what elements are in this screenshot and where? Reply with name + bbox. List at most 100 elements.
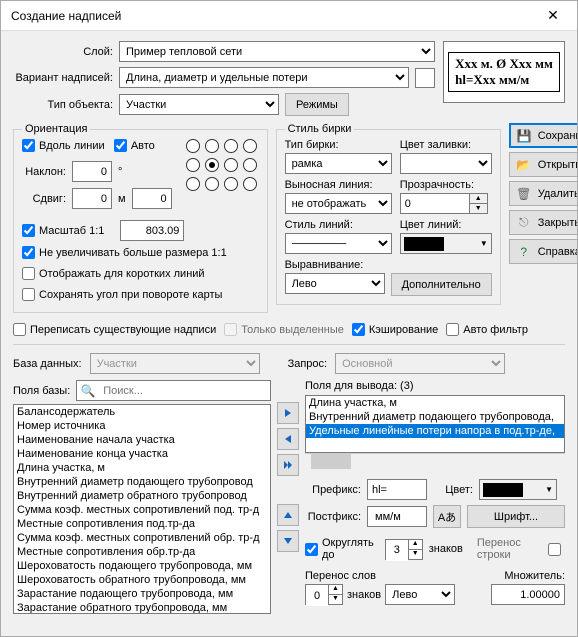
wrap-down-icon[interactable]: ▼ (329, 594, 342, 604)
round-unit: знаков (429, 543, 463, 555)
variant-select[interactable]: Длина, диаметр и удельные потери (119, 67, 409, 88)
list-item[interactable]: Зарастание обратного трубопровода, мм (14, 601, 270, 614)
tilt-label: Наклон: (22, 166, 66, 178)
orientation-legend: Ориентация (22, 123, 90, 135)
prefix-input[interactable] (367, 479, 427, 500)
layer-label: Слой: (13, 46, 113, 58)
list-item[interactable]: Сумма коэф. местных сопротивлений под. т… (14, 503, 270, 517)
overwrite-check[interactable]: Переписать существующие надписи (13, 323, 216, 336)
show-short-check[interactable]: Отображать для коротких линий (22, 267, 205, 280)
list-item[interactable]: Внутренний диаметр подающего трубопровод (14, 475, 270, 489)
list-item[interactable]: Длина участка, м (14, 461, 270, 475)
tag-style-legend: Стиль бирки (285, 123, 355, 135)
wrap-line-check[interactable]: Перенос строки (477, 537, 565, 561)
font-button[interactable]: Шрифт... (467, 505, 565, 528)
list-item[interactable]: Наименование конца участка (14, 447, 270, 461)
locale-button[interactable]: Aあ (433, 505, 461, 528)
preview-line1: Xxx м. Ø Xxx мм (455, 56, 553, 72)
align-label: Выравнивание: (285, 259, 492, 271)
shift2-input[interactable] (132, 188, 172, 209)
list-item[interactable]: Наименование начала участка (14, 433, 270, 447)
shift-unit: м (118, 193, 126, 205)
move-all-right-button[interactable] (277, 454, 299, 476)
move-left-button[interactable] (277, 428, 299, 450)
round-down-icon[interactable]: ▼ (409, 549, 422, 559)
layer-select[interactable]: Пример тепловой сети (119, 41, 435, 62)
open-button[interactable]: 📂Открыть (509, 152, 577, 177)
list-item[interactable]: Местные сопротивления обр.тр-да (14, 545, 270, 559)
modes-button[interactable]: Режимы (285, 93, 349, 116)
save-button[interactable]: 💾Сохранить (509, 123, 577, 148)
move-right-button[interactable] (277, 402, 299, 424)
tilt-unit: ° (118, 166, 122, 178)
round-input[interactable] (386, 540, 408, 561)
list-item[interactable]: Балансодержатель (14, 405, 270, 419)
round-up-icon[interactable]: ▲ (409, 540, 422, 549)
fill-select[interactable] (400, 153, 492, 174)
out-fields-label: Поля для вывода: (3) (305, 380, 565, 392)
mult-label: Множитель: (491, 570, 565, 582)
delete-button[interactable]: 🗑Удалить (509, 181, 577, 206)
spinner-down-icon[interactable]: ▼ (470, 203, 487, 213)
list-item[interactable]: Шероховатость обратного трубопровода, мм (14, 573, 270, 587)
out-list-scrollbar[interactable] (305, 453, 565, 469)
auto-check[interactable]: Авто (114, 139, 155, 152)
shift-input[interactable] (72, 188, 112, 209)
db-label: База данных: (13, 358, 82, 370)
scale-check[interactable]: Масштаб 1:1 (22, 224, 104, 237)
caching-check[interactable]: Кэширование (352, 323, 438, 336)
list-item[interactable]: Зарастание подающего трубопровода, мм (14, 587, 270, 601)
line-style-select[interactable]: ─────── (285, 233, 392, 254)
opacity-label: Прозрачность: (400, 179, 492, 191)
type-label: Тип объекта: (13, 99, 113, 111)
list-item[interactable]: Удельные линейные потери напора в под.тр… (306, 424, 564, 438)
base-fields-label: Поля базы: (13, 385, 70, 397)
help-button[interactable]: ?Справка (509, 239, 577, 264)
list-item[interactable]: Внутренний диаметр обратного трубопровод (14, 489, 270, 503)
list-item[interactable]: Сумма коэф. местных сопротивлений обр. т… (14, 531, 270, 545)
postfix-input[interactable] (367, 506, 427, 527)
wrap-words-input[interactable] (306, 585, 328, 606)
query-label: Запрос: (288, 358, 328, 370)
close-icon[interactable]: ✕ (533, 3, 573, 29)
no-enlarge-check[interactable]: Не увеличивать больше размера 1:1 (22, 246, 227, 259)
tilt-input[interactable] (72, 161, 112, 182)
tag-type-select[interactable]: рамка (285, 153, 392, 174)
preview-box: Xxx м. Ø Xxx мм hl=Xxx мм/м (443, 41, 565, 103)
move-down-button[interactable] (277, 530, 299, 552)
auto-filter-check[interactable]: Авто фильтр (446, 323, 528, 336)
list-item[interactable]: Местные сопротивления под.тр-да (14, 517, 270, 531)
list-item[interactable]: Шероховатость подающего трубопровода, мм (14, 559, 270, 573)
scale-input[interactable] (120, 220, 184, 241)
search-input[interactable] (99, 382, 270, 400)
type-select[interactable]: Участки (119, 94, 279, 115)
align-select[interactable]: Лево (285, 273, 385, 294)
round-check[interactable]: Округлять до (305, 537, 379, 561)
save-icon: 💾 (517, 128, 532, 144)
mult-input[interactable] (491, 584, 565, 605)
line-color-label: Цвет линий: (400, 219, 492, 231)
trash-icon: 🗑 (516, 186, 532, 202)
variant-extra-check[interactable] (415, 68, 435, 88)
line-color-select[interactable]: ▼ (400, 233, 492, 254)
wrap-up-icon[interactable]: ▲ (329, 585, 342, 594)
move-up-button[interactable] (277, 504, 299, 526)
close-button[interactable]: ⎋Закрыть (509, 210, 577, 235)
line-style-label: Стиль линий: (285, 219, 392, 231)
text-color-select[interactable]: ▼ (479, 479, 557, 500)
orientation-grid[interactable] (186, 139, 259, 214)
opacity-input[interactable] (400, 193, 470, 214)
list-item[interactable]: Длина участка, м (306, 396, 564, 410)
keep-angle-check[interactable]: Сохранять угол при повороте карты (22, 288, 222, 301)
along-line-check[interactable]: Вдоль линии (22, 139, 105, 152)
fill-label: Цвет заливки: (400, 139, 492, 151)
base-fields-list[interactable]: БалансодержательНомер источникаНаименова… (13, 404, 271, 614)
wrap-align-select[interactable]: Лево (385, 584, 455, 605)
leader-select[interactable]: не отображать (285, 193, 392, 214)
out-fields-list[interactable]: Длина участка, мВнутренний диаметр подаю… (305, 395, 565, 453)
spinner-up-icon[interactable]: ▲ (470, 194, 487, 203)
db-select: Участки (90, 353, 260, 374)
list-item[interactable]: Номер источника (14, 419, 270, 433)
additional-button[interactable]: Дополнительно (391, 273, 492, 296)
list-item[interactable]: Внутренний диаметр подающего трубопровод… (306, 410, 564, 424)
